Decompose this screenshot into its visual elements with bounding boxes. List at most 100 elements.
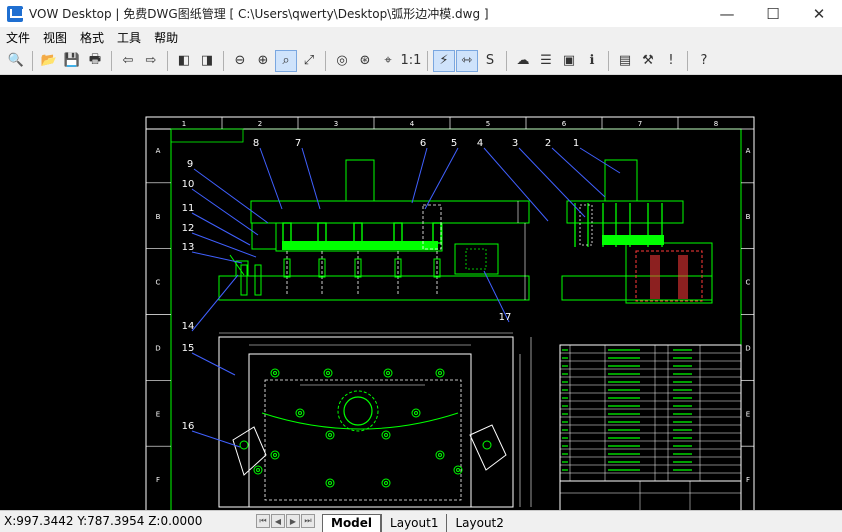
- last-layout-icon[interactable]: ⏭: [301, 514, 315, 528]
- balloon-label: 16: [182, 421, 195, 432]
- toolbar: 🔍 📂 💾 🖶 ⇦ ⇨ ◧ ◨ ⊖ ⊕ ⌕ ⤢ ◎ ⊛ ⌖ 1:1 ⚡ ⇿ S …: [0, 47, 842, 75]
- drawing-canvas[interactable]: 9 10 11 12 13 14 15 16 8 7 6 5 4 3 2 1 17 12345678AABBCC…: [0, 75, 842, 510]
- forward-arrow-icon[interactable]: ⇨: [140, 50, 162, 72]
- back-arrow-icon[interactable]: ⇦: [117, 50, 139, 72]
- leader-line: [191, 274, 239, 332]
- tab-layout1[interactable]: Layout1: [381, 513, 446, 532]
- next-layout-icon[interactable]: ▶: [286, 514, 300, 528]
- column-zone-marks: [221, 117, 679, 129]
- bolt-hole: [435, 368, 445, 378]
- row-label: C: [746, 279, 751, 287]
- info-icon[interactable]: ℹ: [581, 50, 603, 72]
- properties-icon[interactable]: ▣: [558, 50, 580, 72]
- leader-line: [424, 147, 459, 210]
- tools-icon[interactable]: ⚒: [637, 50, 659, 72]
- first-layout-icon[interactable]: ⏮: [256, 514, 270, 528]
- row-label: B: [156, 213, 161, 221]
- bolt-hole-center: [438, 453, 442, 457]
- tab-model[interactable]: Model: [322, 513, 382, 532]
- bolt-hole-center: [384, 433, 388, 437]
- title-bar: VOW Desktop | 免费DWG图纸管理 [ C:\Users\qwert…: [0, 0, 842, 27]
- text-style-icon[interactable]: S: [479, 50, 501, 72]
- tab-layout2[interactable]: Layout2: [446, 513, 511, 532]
- side-elevation-view: [561, 159, 713, 304]
- bolt-hole: [383, 368, 393, 378]
- bolt-hole-center: [328, 433, 332, 437]
- zoom-out-icon[interactable]: ⊖: [229, 50, 251, 72]
- cad-drawing[interactable]: 9101112131415168 7 6 5 4 3 2 117 1 2 3 4 5 6 7 8A AB BC C…: [0, 75, 842, 510]
- column-label: 4: [410, 120, 415, 128]
- layout-tabs: Model Layout1 Layout2: [322, 511, 512, 532]
- status-bar: X:997.3442 Y:787.3954 Z:0.0000 ⏮ ◀ ▶ ⏭ M…: [0, 510, 842, 532]
- snap-icon[interactable]: ⚡: [433, 49, 455, 72]
- layers-icon[interactable]: ☰: [535, 50, 557, 72]
- balloon-label: 1: [573, 138, 579, 149]
- pin: [240, 264, 248, 296]
- bolt-hole-center: [456, 468, 460, 472]
- zoom-previous-icon[interactable]: ⌖: [377, 50, 399, 72]
- balloon-label: 9: [187, 159, 193, 170]
- document-icon[interactable]: ▤: [614, 50, 636, 72]
- bolt-hole-center: [256, 468, 260, 472]
- save-icon[interactable]: 💾: [61, 50, 83, 72]
- column-label: 3: [334, 120, 338, 128]
- prev-layout-icon[interactable]: ◀: [271, 514, 285, 528]
- zoom-in-icon[interactable]: ⊕: [252, 50, 274, 72]
- menu-format[interactable]: 格式: [74, 29, 111, 46]
- leader-line: [191, 212, 251, 246]
- bolt-hole-center: [328, 481, 332, 485]
- open-folder-icon[interactable]: 📂: [38, 50, 60, 72]
- punch: [282, 222, 292, 244]
- menu-tools[interactable]: 工具: [111, 29, 148, 46]
- column-label: 8: [714, 120, 718, 128]
- punch: [393, 222, 403, 244]
- column-label: 7: [638, 120, 642, 128]
- previous-page-icon[interactable]: ◧: [173, 50, 195, 72]
- open-browser-icon[interactable]: 🔍: [5, 50, 27, 72]
- menu-bar: 文件 视图 格式 工具 帮助: [0, 27, 842, 47]
- bolt-hole: [270, 368, 280, 378]
- leader-line: [191, 352, 236, 376]
- minimize-button[interactable]: —: [704, 0, 750, 27]
- plan-view: [218, 332, 532, 508]
- close-button[interactable]: ✕: [796, 0, 842, 27]
- column-label: 1: [182, 120, 186, 128]
- row-label: F: [156, 476, 160, 484]
- row-label: E: [156, 410, 160, 418]
- zoom-realtime-icon[interactable]: ⤢: [298, 50, 320, 72]
- menu-view[interactable]: 视图: [37, 29, 74, 46]
- layers-off-icon[interactable]: ☁: [512, 50, 534, 72]
- bolt-hole-center: [273, 371, 277, 375]
- leader-line: [483, 147, 549, 222]
- menu-help[interactable]: 帮助: [148, 29, 185, 46]
- bolt-hole: [270, 450, 280, 460]
- toolbar-separator: [325, 50, 326, 71]
- next-page-icon[interactable]: ◨: [196, 50, 218, 72]
- toolbar-separator: [111, 50, 112, 71]
- zoom-1-to-1-icon[interactable]: 1:1: [400, 50, 422, 72]
- bolt-hole-center: [298, 411, 302, 415]
- row-label: F: [746, 476, 750, 484]
- row-label: A: [156, 147, 161, 155]
- balloon-label: 8: [253, 138, 259, 149]
- toolbar-separator: [223, 50, 224, 71]
- bolt-hole: [325, 430, 335, 440]
- zoom-extents-icon[interactable]: ◎: [331, 50, 353, 72]
- leader-line: [191, 430, 241, 448]
- measure-icon[interactable]: ⇿: [456, 49, 478, 72]
- bolt-hole-center: [273, 453, 277, 457]
- balloon-label: 10: [182, 179, 195, 190]
- zoom-all-icon[interactable]: ⊛: [354, 50, 376, 72]
- menu-file[interactable]: 文件: [0, 29, 37, 46]
- help-icon[interactable]: ?: [693, 50, 715, 72]
- zoom-window-icon[interactable]: ⌕: [275, 49, 297, 72]
- balloon-label: 11: [182, 203, 195, 214]
- bolt-hole: [381, 430, 391, 440]
- punch: [353, 222, 363, 244]
- print-icon[interactable]: 🖶: [84, 50, 106, 72]
- maximize-button[interactable]: ☐: [750, 0, 796, 27]
- column-label: 6: [562, 120, 567, 128]
- balloon-label: 7: [295, 138, 301, 149]
- bill-of-materials-table: [559, 344, 742, 510]
- alert-icon[interactable]: !: [660, 50, 682, 72]
